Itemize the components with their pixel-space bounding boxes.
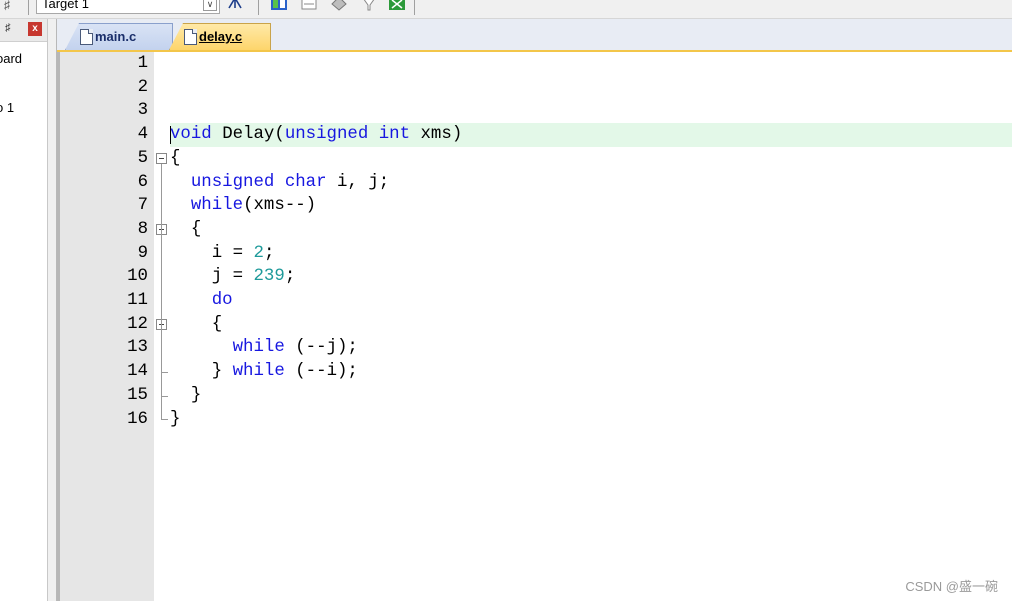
fold-toggle-icon[interactable] <box>156 152 167 164</box>
target-label: Target 1 <box>42 0 89 11</box>
line-number: 13 <box>127 338 148 358</box>
toolbar-separator <box>28 0 29 15</box>
line-number: 7 <box>137 196 148 216</box>
line-number: 16 <box>127 409 148 429</box>
line-number: 3 <box>137 101 148 121</box>
close-icon[interactable]: x <box>28 22 42 36</box>
toolbar: ♯ Target 1 ∨ <box>0 0 1012 19</box>
project-tree-item[interactable]: oard <box>0 51 22 66</box>
code-line[interactable]: 8 { <box>60 218 1012 242</box>
line-number: 2 <box>137 77 148 97</box>
options-icon[interactable] <box>300 0 318 12</box>
line-number: 5 <box>137 148 148 168</box>
fold-end-marker <box>161 371 168 373</box>
tab-label: delay.c <box>199 29 243 44</box>
code-line[interactable]: 7 while(xms--) <box>60 194 1012 218</box>
code-line[interactable]: 14 } while (--i); <box>60 360 1012 384</box>
code-line[interactable]: 6 unsigned char i, j; <box>60 171 1012 195</box>
download-icon[interactable] <box>330 0 348 12</box>
line-number: 4 <box>137 125 148 145</box>
watermark: CSDN @盛一碗 <box>905 579 998 594</box>
code-line[interactable]: 10 j = 239; <box>60 265 1012 289</box>
line-number: 6 <box>137 172 148 192</box>
tab-label: main.c <box>95 29 137 44</box>
code-line[interactable]: 13 while (--j); <box>60 336 1012 360</box>
code-line[interactable]: 11 do <box>60 289 1012 313</box>
target-select[interactable]: Target 1 ∨ <box>36 0 220 14</box>
code-text: i = 2; <box>211 243 275 263</box>
code-line[interactable]: 4 void Delay(unsigned int xms) <box>60 123 1012 147</box>
line-number: 9 <box>137 243 148 263</box>
code-text: { <box>170 148 181 168</box>
line-number: 11 <box>127 291 148 310</box>
fold-guide <box>161 163 162 420</box>
code-line[interactable]: 9 i = 2; <box>60 242 1012 266</box>
code-line[interactable]: 16} <box>60 408 1012 432</box>
fold-end-marker <box>161 419 168 421</box>
code-text: { <box>170 314 223 334</box>
code-text: } while (--i); <box>170 362 358 382</box>
file-icon <box>80 29 93 45</box>
text-caret <box>170 126 171 144</box>
line-number: 12 <box>127 314 148 334</box>
chevron-down-icon[interactable]: ∨ <box>203 0 217 11</box>
tab-main-c[interactable]: main.c <box>65 23 173 50</box>
code-text: while(xms--) <box>190 196 317 216</box>
tab-delay-c[interactable]: delay.c <box>169 23 271 50</box>
toolbar-separator <box>258 0 259 15</box>
line-number: 1 <box>137 54 148 73</box>
code-line[interactable]: 1 <box>60 52 1012 76</box>
panel-splitter[interactable] <box>48 19 57 601</box>
project-panel-header: ♯ x <box>0 19 47 42</box>
code-text: void Delay(unsigned int xms) <box>170 125 463 145</box>
pin-icon[interactable]: ♯ <box>5 22 11 34</box>
project-panel: ♯ x oard o 1 <box>0 19 48 601</box>
tab-strip: main.c delay.c <box>57 19 1012 50</box>
code-line[interactable]: 5{ <box>60 147 1012 171</box>
code-line[interactable]: 2 <box>60 76 1012 100</box>
code-text: } <box>170 385 202 405</box>
project-tree-item[interactable]: o 1 <box>0 100 14 115</box>
toolbar-separator <box>414 0 415 15</box>
code-text: j = 239; <box>211 267 296 287</box>
code-text: do <box>211 291 233 310</box>
line-number: 10 <box>127 267 148 287</box>
line-number: 15 <box>127 385 148 405</box>
code-text: } <box>170 409 181 429</box>
code-line[interactable]: 3 <box>60 99 1012 123</box>
pack-installer-icon[interactable] <box>388 0 406 12</box>
code-text: unsigned char i, j; <box>190 172 390 192</box>
line-number: 8 <box>137 219 148 239</box>
project-tree-icon[interactable] <box>226 0 244 12</box>
fold-end-marker <box>161 395 168 397</box>
code-line[interactable]: 15 } <box>60 384 1012 408</box>
code-text: { <box>170 219 202 239</box>
code-text: while (--j); <box>232 338 358 358</box>
rte-icon[interactable] <box>360 0 378 12</box>
code-line[interactable]: 12 { <box>60 313 1012 337</box>
file-icon <box>184 29 197 45</box>
manage-components-icon[interactable] <box>270 0 288 12</box>
line-number: 14 <box>127 362 148 382</box>
code-editor[interactable]: 1 2 3 4 void Delay(unsigned int xms) 5{6 unsi… <box>57 52 1012 601</box>
pin-icon[interactable]: ♯ <box>4 0 20 12</box>
